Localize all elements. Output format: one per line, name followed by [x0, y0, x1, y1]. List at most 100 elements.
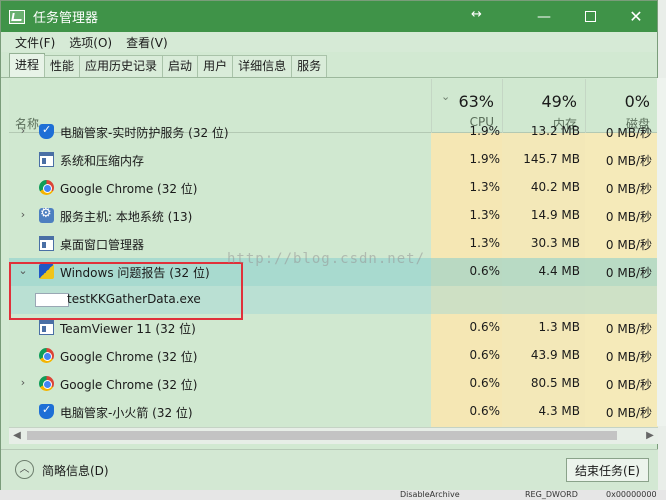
process-name: 系统和压缩内存 — [60, 154, 145, 168]
cpu-value: 0.6% — [469, 404, 501, 418]
process-name: Google Chrome (32 位) — [60, 350, 198, 364]
process-name: 桌面窗口管理器 — [60, 238, 145, 252]
menu-bar: 文件(F) 选项(O) 查看(V) — [1, 32, 657, 52]
task-manager-icon — [9, 9, 25, 24]
scroll-right-icon[interactable]: ▶ — [642, 429, 658, 443]
expand-chevron-icon[interactable]: › — [17, 376, 29, 389]
memory-value: 30.3 MB — [530, 236, 580, 250]
disk-value: 0 MB/秒 — [605, 266, 652, 280]
cpu-value: 0.6% — [469, 320, 501, 334]
disk-value: 0 MB/秒 — [605, 182, 652, 196]
cpu-value: 1.9% — [469, 152, 501, 166]
process-name: TeamViewer 11 (32 位) — [60, 322, 196, 336]
maximize-icon — [584, 11, 596, 22]
process-row[interactable]: 电脑管家-小火箭 (32 位) 0.6% 4.3 MB 0 MB/秒 — [9, 398, 658, 426]
cpu-value: 1.9% — [469, 124, 501, 138]
disk-value: 0 MB/秒 — [605, 406, 652, 420]
disk-value: 0 MB/秒 — [605, 238, 652, 252]
tab-app-history[interactable]: 应用历史记录 — [79, 55, 164, 77]
process-row[interactable]: ⌄ Windows 问题报告 (32 位) 0.6% 4.4 MB 0 MB/秒 — [9, 258, 658, 286]
close-button[interactable]: ✕ — [613, 1, 659, 32]
background-text: 0x00000000 (0 — [606, 490, 657, 500]
memory-value: 13.2 MB — [530, 124, 580, 138]
process-rows: ›电脑管家-实时防护服务 (32 位)1.9%13.2 MB0 MB/秒系统和压… — [9, 123, 658, 433]
tab-users[interactable]: 用户 — [197, 55, 234, 77]
disk-value: 0 MB/秒 — [605, 350, 652, 364]
memory-value: 1.3 MB — [538, 320, 580, 334]
process-name: Windows 问题报告 (32 位) — [60, 266, 210, 280]
disk-value: 0 MB/秒 — [605, 322, 652, 336]
chevron-up-icon[interactable]: ︿ — [15, 460, 34, 479]
process-row[interactable]: 系统和压缩内存 1.9% 145.7 MB 0 MB/秒 — [9, 146, 658, 174]
process-row[interactable]: Google Chrome (32 位) 0.6% 43.9 MB 0 MB/秒 — [9, 342, 658, 370]
title-bar[interactable]: 任务管理器 ↔ — ✕ — [1, 1, 657, 32]
tab-details[interactable]: 详细信息 — [232, 55, 293, 77]
cpu-value: 0.6% — [469, 376, 501, 390]
memory-value: 43.9 MB — [530, 348, 580, 362]
cpu-value: 1.3% — [469, 208, 501, 222]
vertical-scrollbar[interactable] — [657, 78, 666, 426]
menu-options[interactable]: 选项(O) — [69, 34, 112, 51]
disk-value: 0 MB/秒 — [605, 210, 652, 224]
cpu-value: 0.6% — [469, 264, 501, 278]
tab-startup[interactable]: 启动 — [162, 55, 199, 77]
expand-chevron-icon[interactable]: › — [17, 124, 29, 137]
expand-chevron-icon[interactable]: ⌄ — [17, 264, 29, 277]
cpu-value: 1.3% — [469, 236, 501, 250]
process-row[interactable]: 桌面窗口管理器 1.3% 30.3 MB 0 MB/秒 — [9, 230, 658, 258]
process-row[interactable]: › 电脑管家-实时防护服务 (32 位) 1.9% 13.2 MB 0 MB/秒 — [9, 118, 658, 146]
window-icon — [39, 236, 54, 251]
background-text: REG_DWORD — [525, 490, 578, 499]
memory-value: 145.7 MB — [523, 152, 580, 166]
task-manager-window: 任务管理器 ↔ — ✕ 文件(F) 选项(O) 查看(V) 进程 性能 应用历史… — [0, 0, 659, 491]
process-row[interactable]: › 服务主机: 本地系统 (13) 1.3% 14.9 MB 0 MB/秒 — [9, 202, 658, 230]
fewer-details-link[interactable]: 简略信息(D) — [42, 462, 109, 479]
chrome-icon — [39, 348, 54, 363]
window-icon — [39, 320, 54, 335]
expand-chevron-icon[interactable]: › — [17, 208, 29, 221]
memory-value: 14.9 MB — [530, 208, 580, 222]
window-icon — [39, 152, 54, 167]
chrome-icon — [39, 376, 54, 391]
memory-value: 80.5 MB — [530, 376, 580, 390]
tab-processes[interactable]: 进程 — [9, 53, 46, 77]
file-icon — [35, 293, 69, 307]
end-task-button[interactable]: 结束任务(E) — [566, 458, 649, 482]
background-window-strip: DisableArchive REG_DWORD 0x00000000 (0 — [0, 490, 666, 500]
tab-services[interactable]: 服务 — [291, 55, 328, 77]
memory-total: 49% — [541, 92, 577, 111]
child-process-row[interactable]: testKKGatherData.exe — [9, 286, 658, 314]
tab-performance[interactable]: 性能 — [44, 55, 81, 77]
scrollbar-thumb[interactable] — [27, 431, 617, 440]
gear-icon — [39, 206, 54, 223]
chrome-icon — [39, 180, 54, 195]
process-name: testKKGatherData.exe — [67, 292, 201, 306]
minimize-button[interactable]: — — [521, 1, 567, 32]
process-name: 电脑管家-小火箭 (32 位) — [60, 406, 193, 420]
scroll-left-icon[interactable]: ◀ — [9, 429, 25, 443]
memory-value: 4.3 MB — [538, 404, 580, 418]
disk-value: 0 MB/秒 — [605, 378, 652, 392]
process-name: 服务主机: 本地系统 (13) — [60, 210, 193, 224]
process-row[interactable]: Google Chrome (32 位) 1.3% 40.2 MB 0 MB/秒 — [9, 174, 658, 202]
process-name: 电脑管家-实时防护服务 (32 位) — [60, 126, 229, 140]
disk-total: 0% — [624, 92, 650, 111]
disk-value: 0 MB/秒 — [605, 126, 652, 140]
process-table: 名称 ⌄ 63% CPU 49% 内存 0% 磁盘 ›电脑管家-实时防护服务 (… — [9, 79, 658, 444]
horizontal-scrollbar[interactable]: ◀ ▶ — [9, 427, 658, 444]
resize-arrows-icon: ↔ — [471, 7, 482, 22]
process-row[interactable]: › Google Chrome (32 位) 0.6% 80.5 MB 0 MB/秒 — [9, 370, 658, 398]
disk-value: 0 MB/秒 — [605, 154, 652, 168]
memory-value: 4.4 MB — [538, 264, 580, 278]
process-name: Google Chrome (32 位) — [60, 378, 198, 392]
footer-bar: ︿ 简略信息(D) 结束任务(E) — [1, 449, 659, 491]
shield-icon — [39, 123, 54, 139]
menu-view[interactable]: 查看(V) — [126, 34, 168, 51]
menu-file[interactable]: 文件(F) — [15, 34, 55, 51]
window-title: 任务管理器 — [33, 11, 99, 26]
tab-bar: 进程 性能 应用历史记录 启动 用户 详细信息 服务 — [1, 53, 657, 78]
process-name: Google Chrome (32 位) — [60, 182, 198, 196]
cpu-value: 1.3% — [469, 180, 501, 194]
maximize-button[interactable] — [567, 1, 613, 32]
process-row[interactable]: TeamViewer 11 (32 位) 0.6% 1.3 MB 0 MB/秒 — [9, 314, 658, 342]
